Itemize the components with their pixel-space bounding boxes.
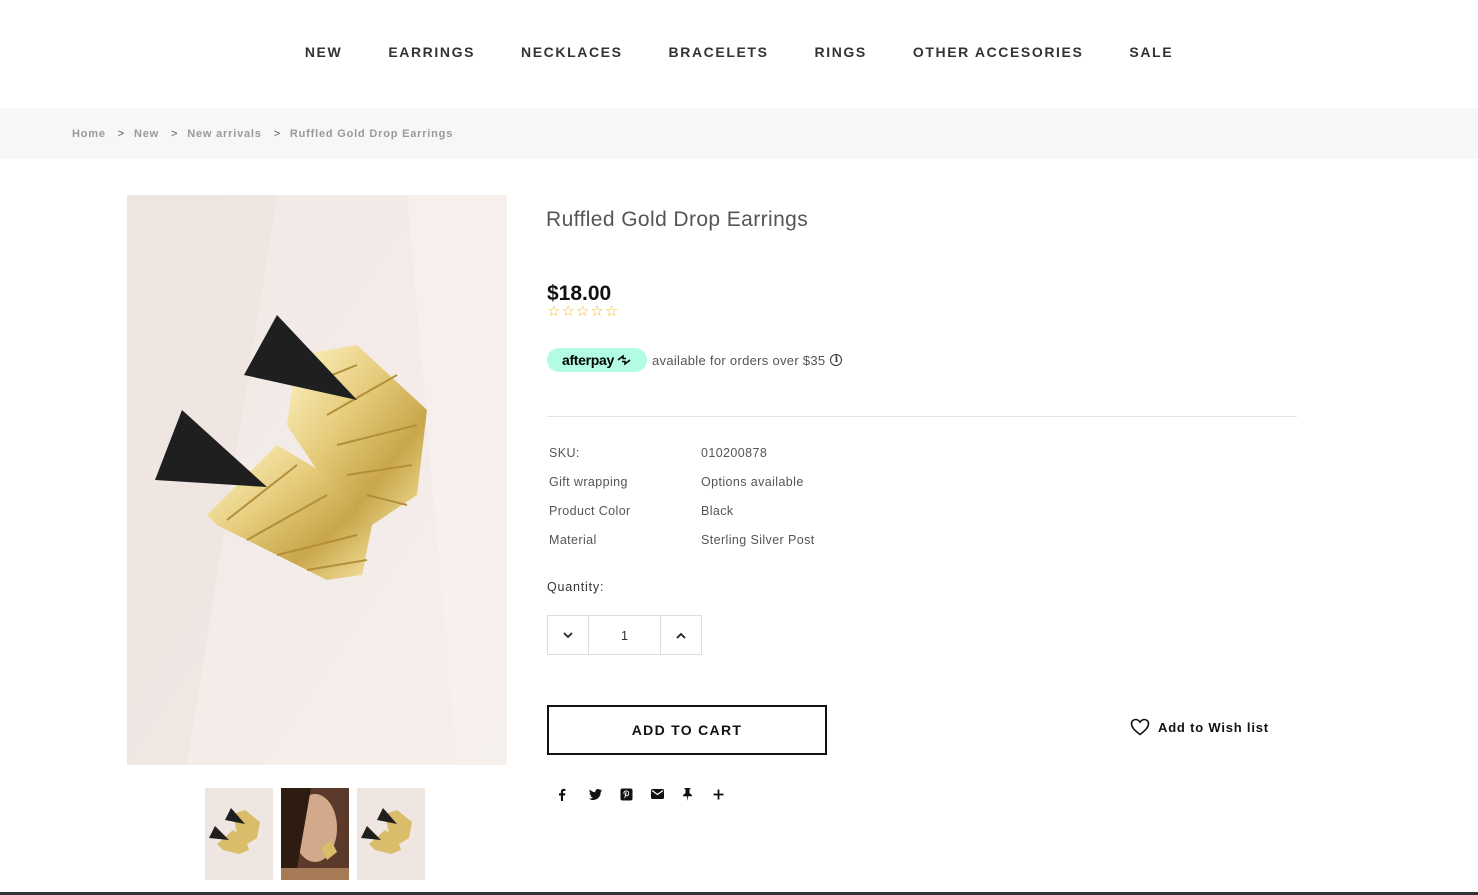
breadcrumb-home[interactable]: Home <box>72 128 106 140</box>
twitter-icon[interactable] <box>589 786 620 802</box>
earrings-photo <box>127 195 507 765</box>
chevron-up-icon <box>676 632 686 639</box>
afterpay-logo: afterpay <box>547 348 647 372</box>
spec-key: Gift wrapping <box>549 475 628 489</box>
spec-key: SKU: <box>549 446 580 460</box>
afterpay-row: afterpay available for orders over $35 i <box>547 348 843 372</box>
star-outline-icon: ☆ <box>590 303 604 320</box>
nav-item-earrings[interactable]: EARRINGS <box>388 44 475 60</box>
heart-icon <box>1130 718 1150 736</box>
breadcrumb-separator: > <box>117 127 125 140</box>
spec-value: Options available <box>701 475 804 489</box>
product-main-image[interactable] <box>127 195 507 765</box>
quantity-decrease-button[interactable] <box>548 616 588 654</box>
thumbnail-1[interactable] <box>205 788 273 880</box>
product-title: Ruffled Gold Drop Earrings <box>546 208 809 231</box>
spec-row-color: Product Color Black <box>549 504 815 533</box>
nav-item-rings[interactable]: RINGS <box>815 44 867 60</box>
spec-key: Product Color <box>549 504 631 518</box>
star-outline-icon: ☆ <box>561 303 575 320</box>
spec-row-gift-wrapping: Gift wrapping Options available <box>549 475 815 504</box>
thumbnail-earrings-image <box>205 788 273 880</box>
thumbnail-3[interactable] <box>357 788 425 880</box>
email-icon[interactable] <box>651 786 682 802</box>
nav-item-new[interactable]: NEW <box>305 44 342 60</box>
add-to-cart-button[interactable]: ADD TO CART <box>547 705 827 755</box>
main-nav: NEW EARRINGS NECKLACES BRACELETS RINGS O… <box>0 0 1478 108</box>
breadcrumb-separator: > <box>273 127 281 140</box>
spec-row-material: Material Sterling Silver Post <box>549 533 815 562</box>
wishlist-label: Add to Wish list <box>1158 719 1269 735</box>
share-icons <box>558 786 744 802</box>
pinterest-icon[interactable] <box>620 786 651 802</box>
thumbnail-model-image <box>281 788 349 880</box>
nav-item-sale[interactable]: SALE <box>1129 44 1173 60</box>
star-outline-icon: ☆ <box>547 303 561 320</box>
facebook-icon[interactable] <box>558 786 589 802</box>
facebook-glyph <box>559 788 566 801</box>
spec-value: Black <box>701 504 734 518</box>
plus-glyph <box>713 789 724 799</box>
twitter-glyph <box>589 788 602 800</box>
spec-value: 010200878 <box>701 446 768 460</box>
product-specs: SKU: 010200878 Gift wrapping Options ava… <box>549 446 815 562</box>
star-outline-icon: ☆ <box>604 303 619 320</box>
pinterest-glyph <box>620 788 633 800</box>
afterpay-text: available for orders over $35 <box>652 352 826 368</box>
nav-item-necklaces[interactable]: NECKLACES <box>521 44 623 60</box>
afterpay-arrows-icon <box>617 354 631 366</box>
rating-stars[interactable]: ☆ ☆ ☆ ☆ ☆ <box>547 304 618 320</box>
nav-item-other-accesories[interactable]: OTHER ACCESORIES <box>913 44 1084 60</box>
email-glyph <box>651 789 664 799</box>
quantity-label: Quantity: <box>547 580 605 594</box>
breadcrumb-separator: > <box>171 127 179 140</box>
breadcrumb-new-arrivals[interactable]: New arrivals <box>187 128 261 140</box>
quantity-input[interactable]: 1 <box>588 616 661 654</box>
chevron-down-icon <box>563 631 573 638</box>
add-to-wishlist-link[interactable]: Add to Wish list <box>1130 718 1269 736</box>
divider <box>547 416 1297 417</box>
quantity-stepper: 1 <box>547 615 702 655</box>
breadcrumb: Home > New > New arrivals > Ruffled Gold… <box>0 108 1478 159</box>
thumbnail-earrings-image <box>357 788 425 880</box>
pushpin-glyph <box>683 787 692 801</box>
quantity-increase-button[interactable] <box>661 616 701 654</box>
spec-row-sku: SKU: 010200878 <box>549 446 815 475</box>
afterpay-logo-text: afterpay <box>561 352 615 368</box>
spec-value: Sterling Silver Post <box>701 533 815 547</box>
thumbnail-strip <box>205 788 425 880</box>
thumbnail-2[interactable] <box>281 788 349 880</box>
plus-icon[interactable] <box>713 786 744 802</box>
breadcrumb-current: Ruffled Gold Drop Earrings <box>289 127 454 140</box>
star-outline-icon: ☆ <box>575 303 590 320</box>
info-icon[interactable]: i <box>830 354 843 366</box>
nav-item-bracelets[interactable]: BRACELETS <box>669 44 769 60</box>
breadcrumb-new[interactable]: New <box>134 128 159 140</box>
pin-icon[interactable] <box>682 786 713 802</box>
spec-key: Material <box>549 533 597 547</box>
